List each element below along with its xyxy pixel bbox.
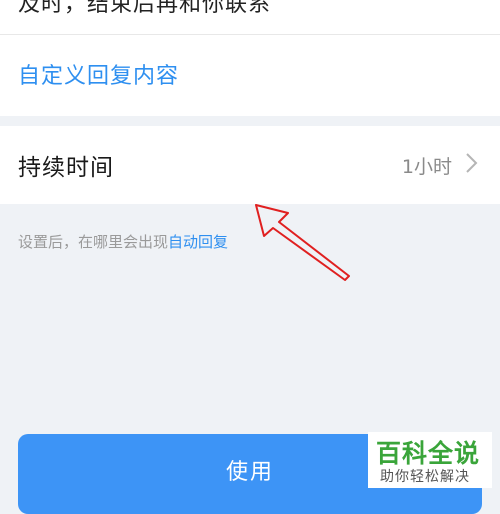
auto-reply-link[interactable]: 自动回复	[168, 233, 228, 251]
chevron-right-icon	[466, 153, 478, 173]
watermark-title: 百科全说	[376, 439, 481, 468]
watermark-logo: 百科全说 助你轻松解决	[368, 432, 492, 488]
duration-setting-row[interactable]: 持续时间 1小时	[0, 126, 500, 204]
custom-reply-link[interactable]: 自定义回复内容	[18, 58, 179, 90]
watermark-subtitle: 助你轻松解决	[380, 469, 470, 485]
reply-content-card: 及时，结束后再和你联系 自定义回复内容	[0, 0, 500, 116]
duration-label: 持续时间	[18, 155, 114, 181]
reply-preview-text: 及时，结束后再和你联系	[18, 0, 272, 17]
hint-text: 设置后，在哪里会出现自动回复	[18, 231, 228, 252]
duration-value: 1小时	[401, 156, 452, 178]
divider	[0, 34, 500, 35]
hint-text-main: 设置后，在哪里会出现	[18, 233, 169, 251]
